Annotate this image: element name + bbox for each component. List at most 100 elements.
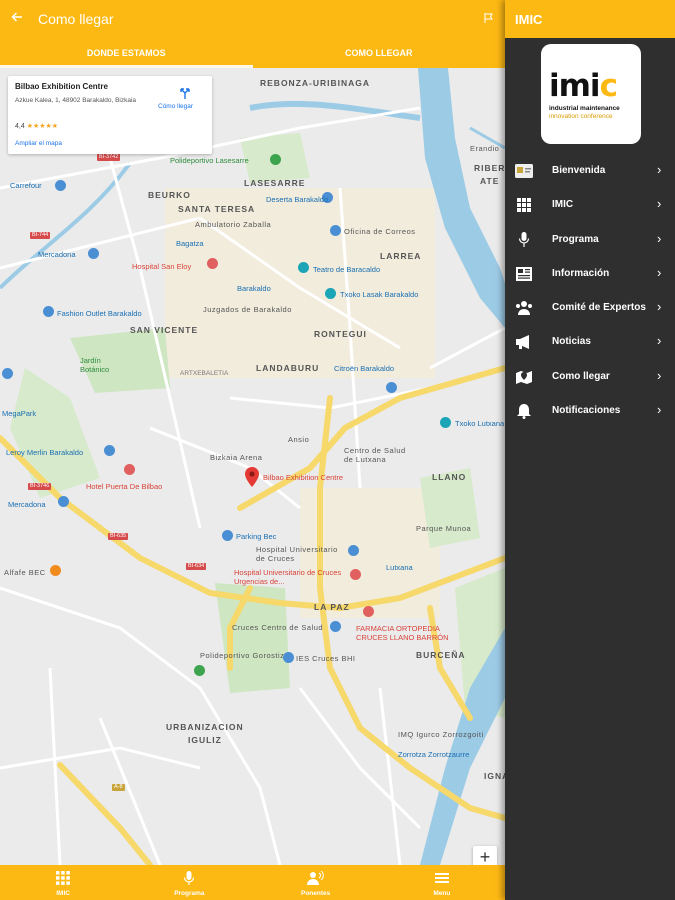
poi-lutxana[interactable]: Lutxana (386, 563, 413, 572)
gorostiza-icon (194, 665, 205, 676)
nav-programa-label: Programa (174, 890, 205, 897)
back-arrow-icon[interactable] (10, 10, 28, 28)
poi-parque-munoa[interactable]: Parque Munoa (416, 524, 471, 533)
expand-map-link[interactable]: Ampliar el mapa (15, 140, 62, 147)
poi-centro-salud-lutxana[interactable]: Centro de Salud de Lutxana (344, 446, 414, 464)
menu-item-bienvenida[interactable]: Bienvenida › (505, 154, 675, 188)
citroen-icon (386, 382, 397, 393)
post-office-icon (330, 225, 341, 236)
poi-leroy-merlin[interactable]: Leroy Merlin Barakaldo (6, 448, 83, 457)
microphone-icon (518, 231, 530, 247)
menu-item-como-llegar[interactable]: Como llegar › (505, 360, 675, 394)
txoko-lutxana-icon (440, 417, 451, 428)
directions-icon[interactable] (178, 86, 192, 100)
poi-imq[interactable]: IMQ Igurco Zorrozgoiti (398, 730, 484, 739)
poi-hospital-urgencias[interactable]: Hospital Universitario de Cruces Urgenci… (234, 568, 344, 586)
poi-ambulatorio[interactable]: Ambulatorio Zaballa (195, 220, 271, 229)
poi-deserta[interactable]: Deserta Barakaldo (266, 195, 328, 204)
location-marker-icon[interactable] (245, 467, 259, 487)
menu-item-informacion[interactable]: Información › (505, 257, 675, 291)
place-rating: 4,4 ★★★★★ (15, 122, 58, 130)
menu-item-noticias[interactable]: Noticias › (505, 325, 675, 359)
poi-bagatza[interactable]: Bagatza (176, 239, 204, 248)
poi-parking-bec[interactable]: Parking Bec (236, 532, 276, 541)
school-icon (283, 652, 294, 663)
poi-oficina-correos[interactable]: Oficina de Correos (344, 227, 416, 236)
carrefour-icon (55, 180, 66, 191)
nav-imic[interactable]: IMIC (0, 865, 126, 900)
logo-tagline-2: innovation conference (549, 113, 613, 120)
poi-farmacia[interactable]: FARMACIA ORTOPEDIA CRUCES LLANO BARRÓN (356, 624, 466, 642)
road-sign-bi-3742: BI-3742 (97, 154, 121, 161)
hotel-icon (124, 464, 135, 475)
drawer-header: IMIC (505, 0, 675, 38)
tab-bar: DONDE ESTAMOS COMO LLEGAR (0, 42, 505, 68)
marker-label[interactable]: Bilbao Exhibition Centre (263, 473, 343, 482)
poi-fashion-outlet[interactable]: Fashion Outlet Barakaldo (57, 309, 142, 318)
poi-carrefour[interactable]: Carrefour (10, 181, 42, 190)
poi-jardin-botanico[interactable]: Jardín Botánico (80, 356, 120, 374)
grid-icon (56, 871, 71, 885)
chevron-right-icon: › (657, 333, 662, 349)
poi-polideportivo-lasesarre[interactable]: Polideportivo Lasesarre (170, 156, 249, 165)
zoom-in-button[interactable]: + (473, 846, 497, 865)
theatre-icon (298, 262, 309, 273)
menu-item-imic[interactable]: IMIC › (505, 188, 675, 222)
poi-megapark[interactable]: MegaPark (2, 409, 36, 418)
poi-zorrotza[interactable]: Zorrotza Zorrotzaurre (398, 750, 469, 759)
poi-teatro[interactable]: Teatro de Baracaldo (313, 265, 380, 274)
road-sign-bi-744: BI-744 (30, 232, 51, 239)
nav-ponentes[interactable]: Ponentes (253, 865, 379, 900)
mercadona-icon (88, 248, 99, 259)
poi-alfa-bec[interactable]: Alfafe BEC (4, 568, 46, 577)
label-igna: IGNA (484, 771, 505, 781)
chevron-right-icon: › (657, 299, 662, 315)
pharmacy-icon (363, 606, 374, 617)
menu-item-comite[interactable]: Comité de Expertos › (505, 291, 675, 325)
poi-hotel[interactable]: Hotel Puerta De Bilbao (86, 482, 162, 491)
menu-label-imic: IMIC (552, 199, 574, 211)
tab-donde-estamos[interactable]: DONDE ESTAMOS (0, 42, 253, 68)
bell-icon (517, 404, 531, 420)
poi-ansio[interactable]: Ansio (288, 435, 309, 444)
poi-ies-cruces[interactable]: IES Cruces BHI (296, 654, 356, 663)
place-name: Bilbao Exhibition Centre (15, 82, 108, 91)
rating-value: 4,4 (15, 123, 25, 130)
directions-link[interactable]: Cómo llegar (158, 103, 193, 110)
microphone-icon (184, 871, 195, 885)
poi-cruces-salud[interactable]: Cruces Centro de Salud (232, 623, 323, 632)
park-icon (270, 154, 281, 165)
poi-txoko-lasak[interactable]: Txoko Lasak Barakaldo (340, 290, 418, 299)
nav-menu[interactable]: Menu (379, 865, 505, 900)
road-sign-bi-3746: BI-3746 (28, 483, 52, 490)
poi-bizkaia-arena[interactable]: Bizkaia Arena (210, 453, 262, 462)
chevron-right-icon: › (657, 264, 662, 280)
poi-mercadona-2[interactable]: Mercadona (8, 500, 46, 509)
nav-imic-label: IMIC (56, 890, 70, 897)
poi-juzgados[interactable]: Juzgados de Barakaldo (203, 305, 292, 314)
menu-item-programa[interactable]: Programa › (505, 223, 675, 257)
logo-wordmark: imic (549, 68, 618, 104)
poi-mercadona-1[interactable]: Mercadona (38, 250, 76, 259)
label-rontegui: RONTEGUI (314, 329, 367, 339)
map-view[interactable]: REBONZA-URIBINAGA LASESARRE BEURKO SANTA… (0, 68, 505, 865)
place-info-card: Bilbao Exhibition Centre Azkue Kalea, 1,… (8, 76, 212, 154)
label-san-vicente: SAN VICENTE (130, 325, 199, 335)
label-beurko: BEURKO (148, 190, 191, 200)
flag-icon[interactable] (483, 11, 497, 25)
poi-citroen[interactable]: Citroën Barakaldo (334, 364, 394, 373)
nav-programa[interactable]: Programa (126, 865, 252, 900)
place-address: Azkue Kalea, 1, 48902 Barakaldo, Bizkaia (15, 97, 137, 104)
megaphone-icon (516, 335, 529, 350)
label-artxebaletia: ARTXEBALETIA (180, 370, 229, 377)
road-sign-a8: A-8 (112, 784, 125, 791)
poi-txoko-lutxana[interactable]: Txoko Lutxana (455, 419, 504, 428)
poi-hospital-san-eloy[interactable]: Hospital San Eloy (132, 262, 191, 271)
tab-como-llegar[interactable]: COMO LLEGAR (253, 42, 506, 68)
poi-hospital-cruces[interactable]: Hospital Universitario de Cruces (256, 545, 346, 563)
cruces-salud-icon (330, 621, 341, 632)
menu-item-notificaciones[interactable]: Notificaciones › (505, 394, 675, 428)
poi-barakaldo-station[interactable]: Barakaldo (237, 284, 271, 293)
label-ribera: RIBER (474, 163, 505, 173)
poi-polideportivo-gorostiza[interactable]: Polideportivo Gorostiza (200, 651, 289, 660)
